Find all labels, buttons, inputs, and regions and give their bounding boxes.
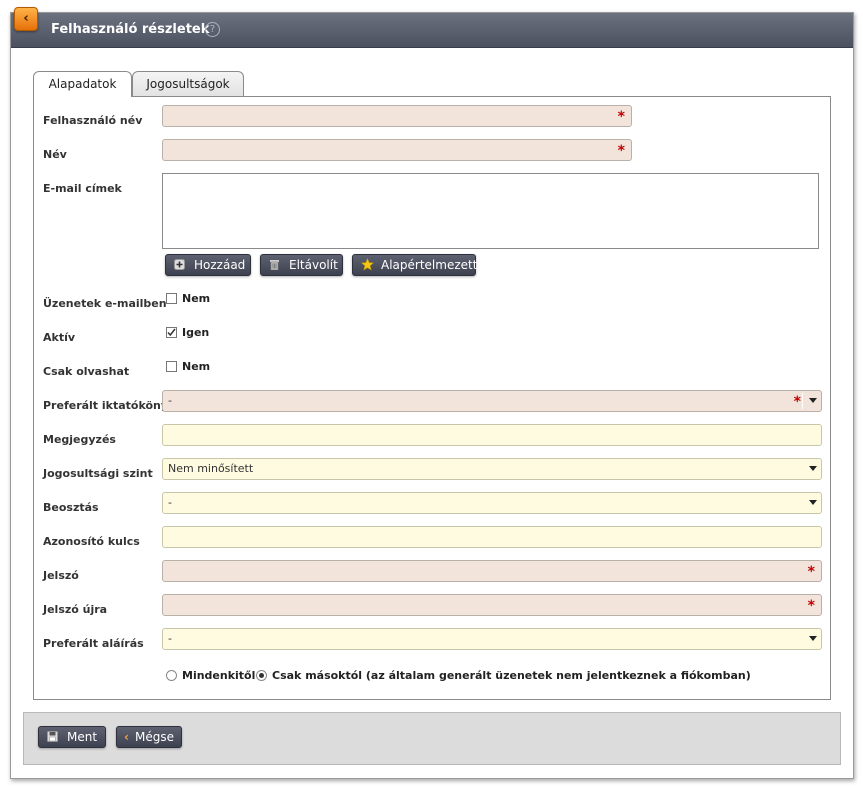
clearance-select[interactable]: Nem minősített xyxy=(162,458,822,480)
email-list[interactable] xyxy=(162,173,819,249)
name-input[interactable]: * xyxy=(162,139,632,161)
help-icon[interactable]: ? xyxy=(205,22,220,37)
required-marker: * xyxy=(807,564,815,580)
default-email-button[interactable]: Alapértelmezett xyxy=(352,254,477,276)
active-label: Aktív xyxy=(43,331,76,344)
tab-alapadatok[interactable]: Alapadatok xyxy=(33,71,132,97)
required-marker: * xyxy=(807,598,815,614)
active-text: Igen xyxy=(182,326,210,339)
remove-email-button[interactable]: Eltávolít xyxy=(260,254,343,276)
note-label: Megjegyzés xyxy=(43,433,116,446)
required-marker: * xyxy=(617,143,625,159)
signature-label: Preferált aláírás xyxy=(43,637,144,650)
chevron-left-icon: ‹ xyxy=(23,11,29,26)
back-button[interactable]: ‹ xyxy=(14,7,38,31)
radio-others-only[interactable] xyxy=(256,670,267,681)
email-notify-checkbox[interactable] xyxy=(166,293,177,304)
email-label: E-mail címek xyxy=(43,182,122,195)
readonly-checkbox[interactable] xyxy=(166,361,177,372)
chevron-down-icon xyxy=(809,398,817,403)
clearance-label: Jogosultsági szint xyxy=(43,467,153,480)
footer-bar: Ment ‹ Mégse xyxy=(23,712,841,765)
position-select[interactable]: - xyxy=(162,492,822,514)
floppy-disk-icon xyxy=(47,731,58,742)
radio-everyone-label: Mindenkitől xyxy=(182,669,256,682)
plus-icon xyxy=(174,259,185,270)
password-repeat-input[interactable]: * xyxy=(162,594,822,616)
password-input[interactable]: * xyxy=(162,560,822,582)
name-label: Név xyxy=(43,148,67,161)
registry-select[interactable]: - * xyxy=(162,390,822,412)
trash-icon xyxy=(270,260,279,270)
user-details-window: ‹ Felhasználó részletek ? Alapadatok Jog… xyxy=(10,7,854,779)
note-input[interactable] xyxy=(162,424,822,446)
username-label: Felhasználó név xyxy=(43,114,143,127)
chevron-down-icon xyxy=(809,636,817,641)
username-input[interactable]: * xyxy=(162,105,632,127)
id-key-label: Azonosító kulcs xyxy=(43,535,140,548)
active-checkbox[interactable] xyxy=(166,327,177,338)
signature-select[interactable]: - xyxy=(162,628,822,650)
required-marker: * xyxy=(793,394,801,410)
save-button[interactable]: Ment xyxy=(38,726,106,748)
email-notify-text: Nem xyxy=(182,292,211,305)
chevron-down-icon xyxy=(809,466,817,471)
radio-others-only-label: Csak másoktól (az általam generált üzene… xyxy=(272,669,751,682)
window-title: Felhasználó részletek xyxy=(51,22,210,37)
position-label: Beosztás xyxy=(43,501,99,514)
radio-everyone[interactable] xyxy=(166,670,177,681)
add-email-button[interactable]: Hozzáad xyxy=(165,254,251,276)
cancel-button[interactable]: ‹ Mégse xyxy=(116,726,182,748)
email-notify-label: Üzenetek e-mailben xyxy=(43,297,167,310)
readonly-label: Csak olvashat xyxy=(43,365,130,378)
checkmark-icon xyxy=(167,328,176,337)
chevron-left-icon: ‹ xyxy=(124,730,129,744)
tab-jogosultsagok[interactable]: Jogosultságok xyxy=(132,71,244,96)
chevron-down-icon xyxy=(809,500,817,505)
readonly-text: Nem xyxy=(182,360,211,373)
password-label: Jelszó xyxy=(43,569,79,582)
star-icon xyxy=(361,258,374,271)
registry-label: Preferált iktatókönyv xyxy=(43,399,176,412)
titlebar: ‹ Felhasználó részletek ? xyxy=(11,7,853,48)
id-key-input[interactable] xyxy=(162,526,822,548)
password-repeat-label: Jelszó újra xyxy=(43,603,108,616)
required-marker: * xyxy=(617,109,625,125)
form-panel: Felhasználó név * Név * E-mail címek Hoz… xyxy=(33,96,831,700)
